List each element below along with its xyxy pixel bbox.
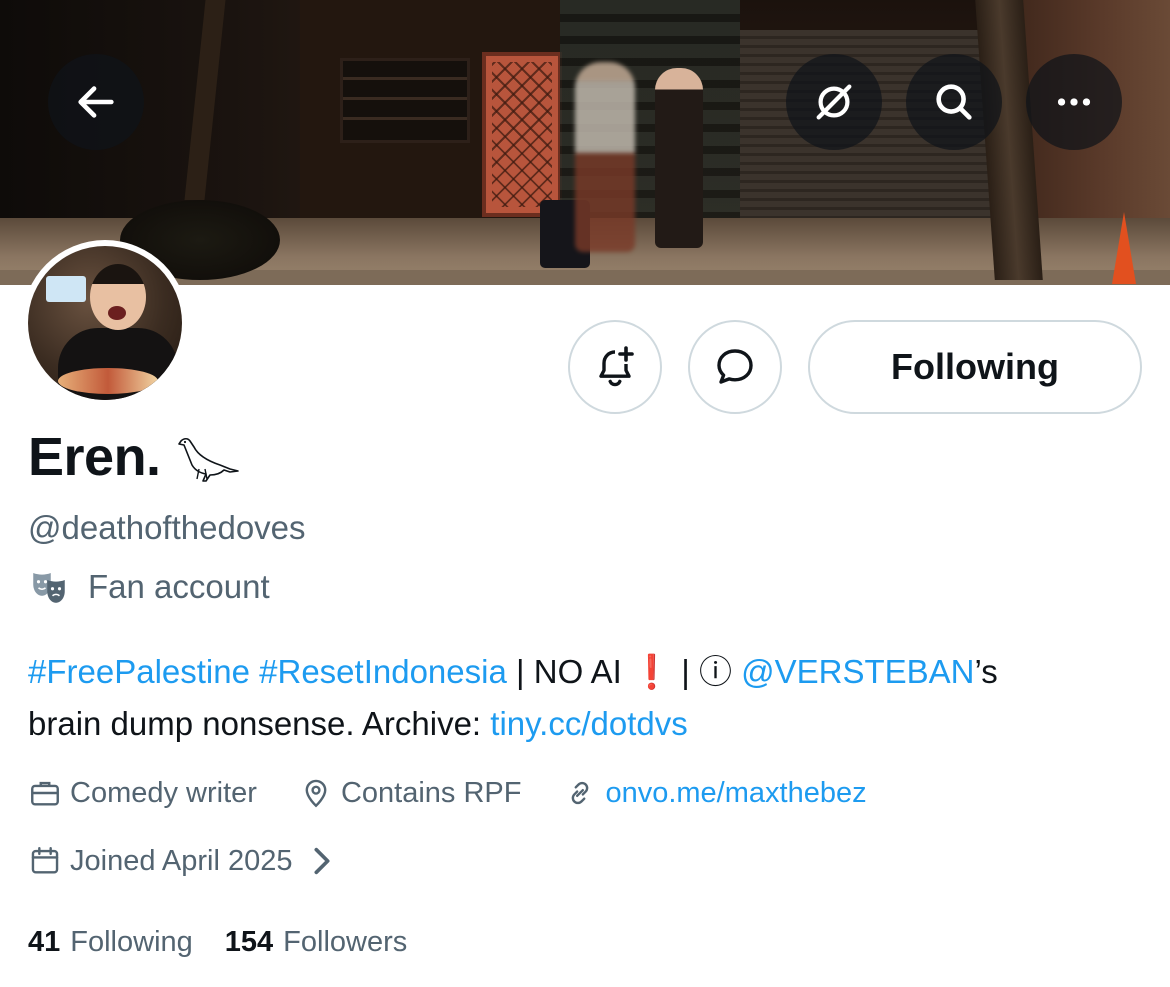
website[interactable]: onvo.me/maxthebez bbox=[563, 776, 867, 810]
following-button[interactable]: Following bbox=[808, 320, 1142, 414]
following-stat[interactable]: 41 Following bbox=[28, 926, 193, 959]
location: Contains RPF bbox=[299, 776, 522, 810]
bio: #FreePalestine #ResetIndonesia | NO AI ❗… bbox=[28, 646, 1148, 750]
back-button[interactable] bbox=[48, 54, 144, 150]
joined-text: Joined April 2025 bbox=[70, 844, 293, 877]
website-link[interactable]: onvo.me/maxthebez bbox=[605, 777, 866, 810]
banner-person bbox=[655, 68, 703, 248]
bio-separator: | NO AI bbox=[506, 653, 631, 690]
briefcase-icon bbox=[31, 781, 59, 806]
profession-text: Comedy writer bbox=[70, 776, 257, 809]
grok-button[interactable] bbox=[786, 54, 882, 150]
joined-row[interactable]: Joined April 2025 bbox=[28, 844, 347, 878]
profile-meta: Comedy writer Contains RPF onvo.me/maxth… bbox=[28, 776, 909, 810]
calendar-icon bbox=[31, 847, 59, 874]
banner-person-blurred bbox=[575, 62, 635, 252]
followers-label: Followers bbox=[283, 926, 408, 958]
location-text: Contains RPF bbox=[340, 776, 522, 809]
followers-count: 154 bbox=[224, 926, 274, 958]
bell-plus-icon bbox=[599, 346, 634, 387]
more-button[interactable] bbox=[1026, 54, 1122, 150]
archive-link[interactable]: tiny.cc/dotdvs bbox=[490, 705, 687, 742]
link-icon bbox=[572, 781, 589, 805]
avatar[interactable] bbox=[22, 240, 188, 406]
following-count: 41 bbox=[28, 926, 61, 958]
handle: @deathofthedoves bbox=[28, 509, 306, 546]
message-button[interactable] bbox=[688, 320, 782, 414]
display-name: Eren. bbox=[28, 427, 161, 487]
arrow-left-icon bbox=[78, 86, 114, 118]
mention-versteban[interactable]: @VERSTEBAN bbox=[741, 653, 974, 690]
search-button[interactable] bbox=[906, 54, 1002, 150]
followers-stat[interactable]: 154 Followers bbox=[225, 926, 407, 959]
exclamation-icon: ❗ bbox=[630, 653, 673, 690]
banner-red-door bbox=[482, 52, 562, 217]
hashtag-free-palestine[interactable]: #FreePalestine bbox=[28, 653, 250, 690]
profession: Comedy writer bbox=[28, 776, 257, 810]
label-text: Fan account bbox=[88, 568, 270, 605]
more-dots-icon bbox=[1057, 98, 1091, 106]
theater-masks-icon bbox=[33, 573, 65, 603]
bio-separator-info: | ⓘ bbox=[672, 653, 742, 690]
name-row: Eren. bbox=[28, 426, 241, 488]
location-pin-icon bbox=[305, 779, 327, 808]
follow-stats: 41 Following 154 Followers bbox=[28, 926, 439, 959]
notifications-button[interactable] bbox=[568, 320, 662, 414]
grok-icon bbox=[816, 84, 852, 120]
avatar-image bbox=[28, 246, 182, 400]
chevron-right-icon bbox=[313, 847, 330, 875]
message-bubble-icon bbox=[717, 349, 753, 384]
affiliation-label: Fan account bbox=[28, 566, 270, 608]
following-label: Following bbox=[70, 926, 193, 958]
joined-date[interactable]: Joined April 2025 bbox=[28, 844, 347, 878]
crow-icon bbox=[177, 437, 239, 482]
bio-possessive: ’s bbox=[974, 653, 998, 690]
hashtag-reset-indonesia[interactable]: #ResetIndonesia bbox=[259, 653, 507, 690]
bio-line2: brain dump nonsense. Archive: bbox=[28, 705, 491, 742]
search-icon bbox=[936, 84, 972, 120]
profile-banner[interactable] bbox=[0, 0, 1170, 285]
banner-window bbox=[340, 58, 470, 143]
banner-traffic-cone bbox=[1112, 212, 1136, 284]
